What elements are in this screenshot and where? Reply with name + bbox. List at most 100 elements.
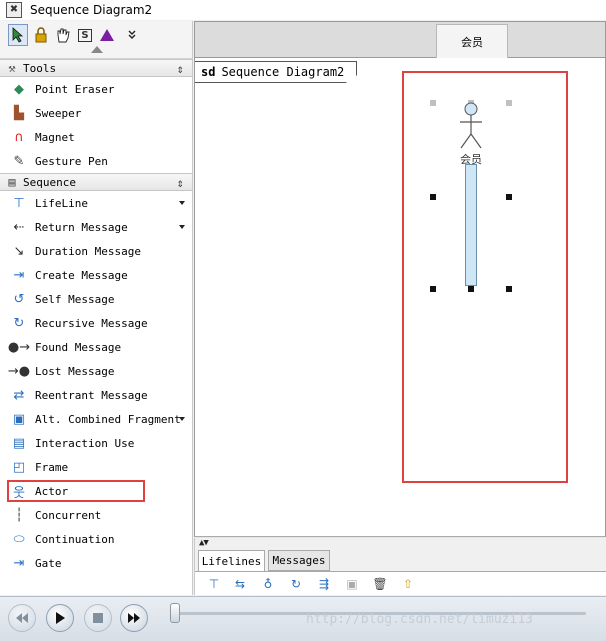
- watermark-text: http://blog.csdn.net/limuzi13: [306, 612, 533, 627]
- group-pin-icon[interactable]: ⇕: [177, 176, 184, 190]
- rewind-icon[interactable]: [8, 604, 36, 632]
- palette-item-create-message[interactable]: ⇥ Create Message: [0, 263, 192, 287]
- palette-item-label: Actor: [35, 484, 69, 498]
- link-icon[interactable]: ⇶: [315, 576, 333, 592]
- dropdown-arrow-icon[interactable]: [179, 201, 185, 205]
- palette-item-lost-message[interactable]: →● Lost Message: [0, 359, 192, 383]
- palette-item-label: LifeLine: [35, 196, 88, 210]
- selection-handle[interactable]: [506, 100, 512, 106]
- create-message-icon: ⇥: [13, 267, 25, 283]
- palette-item-label: Duration Message: [35, 244, 141, 258]
- magnet-icon: ∩: [14, 129, 24, 145]
- add-lifeline-icon[interactable]: ⊤: [205, 576, 223, 592]
- fast-forward-icon[interactable]: [120, 604, 148, 632]
- highlight-box-actor: [402, 71, 568, 483]
- trash-icon[interactable]: 🗑: [371, 576, 389, 592]
- sweeper-icon: ▙: [14, 105, 24, 121]
- palette-item-found-message[interactable]: ●→ Found Message: [0, 335, 192, 359]
- purple-triangle-icon[interactable]: [97, 24, 117, 46]
- timeline-slider-thumb[interactable]: [170, 603, 180, 623]
- panel-toolbar: ⊤ ⇆ ♁ ↻ ⇶ ▣ 🗑 ⇧: [195, 571, 606, 595]
- found-message-icon: ●→: [7, 339, 31, 355]
- tab-messages[interactable]: Messages: [268, 550, 330, 571]
- play-icon[interactable]: [46, 604, 74, 632]
- collapse-toolbar-icon[interactable]: [91, 46, 103, 53]
- palette-item-label: Sweeper: [35, 106, 82, 120]
- palette-item-label: Magnet: [35, 130, 75, 144]
- selection-handle[interactable]: [430, 286, 436, 292]
- duration-message-icon: ↘: [13, 243, 25, 259]
- palette-item-label: Point Eraser: [35, 82, 115, 96]
- frame-keyword: sd: [201, 65, 216, 79]
- lifeline-icon: ⊤: [13, 195, 25, 211]
- continuation-icon: ⬭: [13, 531, 25, 547]
- palette-item-label: Continuation: [35, 532, 115, 546]
- palette-item-interaction-use[interactable]: ▤ Interaction Use: [0, 431, 192, 455]
- selection-handle[interactable]: [506, 194, 512, 200]
- lifeline-header-strip: 会员: [195, 22, 605, 58]
- gate-icon: ⇥: [13, 555, 25, 571]
- lifeline-pin-icon[interactable]: ♁: [259, 576, 277, 592]
- palette-item-self-message[interactable]: ↺ Self Message: [0, 287, 192, 311]
- diagram-canvas[interactable]: 会员 sd Sequence Diagram2 会员: [194, 21, 606, 546]
- frame-name: Sequence Diagram2: [221, 65, 345, 79]
- palette-item-label: Gesture Pen: [35, 154, 108, 168]
- palette-item-duration-message[interactable]: ↘ Duration Message: [0, 239, 192, 263]
- palette-item-alt-combined-fragment[interactable]: ▣ Alt. Combined Fragment: [0, 407, 192, 431]
- palette-item-label: Return Message: [35, 220, 128, 234]
- lock-icon[interactable]: [31, 24, 51, 46]
- selection-handle[interactable]: [468, 286, 474, 292]
- dropdown-arrow-icon[interactable]: [179, 417, 185, 421]
- up-arrow-icon[interactable]: ⇧: [399, 576, 417, 592]
- dropdown-arrow-icon[interactable]: [179, 225, 185, 229]
- return-message-icon: ⇠: [13, 219, 25, 235]
- palette-item-magnet[interactable]: ∩ Magnet: [0, 125, 192, 149]
- palette-item-concurrent[interactable]: ┆ Concurrent: [0, 503, 192, 527]
- activation-bar[interactable]: [465, 164, 477, 286]
- group-header-tools[interactable]: ⚒ Tools ⇕: [0, 59, 192, 77]
- group-label: Tools: [23, 61, 57, 75]
- palette-item-gate[interactable]: ⇥ Gate: [0, 551, 192, 575]
- recursive-message-icon: ↻: [13, 315, 25, 331]
- sequence-group-icon: ▤: [8, 175, 16, 189]
- refresh-icon[interactable]: ↻: [287, 576, 305, 592]
- add-message-icon[interactable]: ⇆: [231, 576, 249, 592]
- save-icon[interactable]: ▣: [343, 576, 361, 592]
- palette-item-label: Frame: [35, 460, 69, 474]
- window-title: Sequence Diagram2: [30, 3, 153, 17]
- tab-lifelines[interactable]: Lifelines: [198, 550, 265, 572]
- selection-handle[interactable]: [430, 194, 436, 200]
- hand-pan-icon[interactable]: [53, 24, 73, 46]
- palette-toolbar: S: [0, 21, 192, 59]
- palette-item-frame[interactable]: ◰ Frame: [0, 455, 192, 479]
- palette-item-label: Interaction Use: [35, 436, 135, 450]
- palette-item-actor[interactable]: 웃 Actor: [6, 479, 146, 503]
- sequence-frame-label[interactable]: sd Sequence Diagram2: [195, 61, 357, 83]
- select-pointer-icon[interactable]: [8, 24, 28, 46]
- palette-item-label: Gate: [35, 556, 62, 570]
- palette-item-lifeline[interactable]: ⊤ LifeLine: [0, 191, 192, 215]
- collapse-panel-icon[interactable]: ▲▼: [199, 538, 209, 548]
- stop-icon[interactable]: [84, 604, 112, 632]
- palette-item-gesture-pen[interactable]: ✎ Gesture Pen: [0, 149, 192, 173]
- group-header-sequence[interactable]: ▤ Sequence ⇕: [0, 173, 192, 191]
- selection-handle[interactable]: [430, 100, 436, 106]
- concurrent-icon: ┆: [15, 507, 23, 523]
- palette-groups: ⚒ Tools ⇕ ◆ Point Eraser ▙ Sweeper ∩ Magnet ✎ Gest…: [0, 59, 192, 575]
- lifeline-header-tab[interactable]: 会员: [436, 24, 508, 58]
- group-pin-icon[interactable]: ⇕: [177, 62, 184, 76]
- actor-figure-icon[interactable]: [457, 102, 485, 152]
- palette-item-return-message[interactable]: ⇠ Return Message: [0, 215, 192, 239]
- palette-item-label: Create Message: [35, 268, 128, 282]
- palette-item-continuation[interactable]: ⬭ Continuation: [0, 527, 192, 551]
- palette-item-point-eraser[interactable]: ◆ Point Eraser: [0, 77, 192, 101]
- selection-handle[interactable]: [506, 286, 512, 292]
- interaction-use-icon: ▤: [12, 435, 26, 451]
- s-icon[interactable]: S: [75, 24, 95, 46]
- group-label: Sequence: [23, 175, 76, 189]
- palette-item-recursive-message[interactable]: ↻ Recursive Message: [0, 311, 192, 335]
- double-chevron-icon[interactable]: [122, 24, 142, 46]
- tools-group-icon: ⚒: [8, 61, 16, 75]
- palette-item-sweeper[interactable]: ▙ Sweeper: [0, 101, 192, 125]
- palette-item-reentrant-message[interactable]: ⇄ Reentrant Message: [0, 383, 192, 407]
